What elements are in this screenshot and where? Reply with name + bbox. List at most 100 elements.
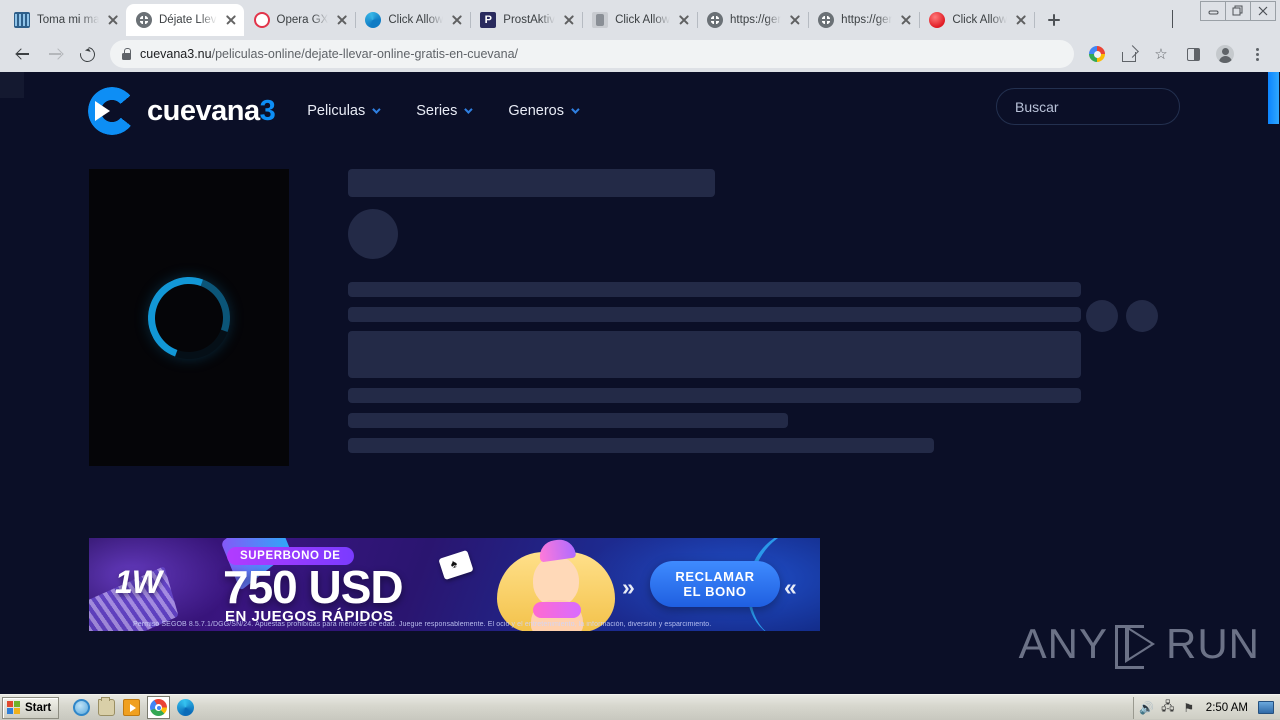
skeleton-avatar — [348, 209, 398, 259]
tab-strip: Toma mi ma Déjate Llev Opera GX Click Al… — [0, 0, 1280, 36]
flag-icon[interactable]: ⚑ — [1182, 701, 1196, 715]
chrome-taskbar-button[interactable] — [147, 696, 171, 719]
close-icon[interactable] — [335, 13, 349, 27]
edge-icon[interactable] — [177, 699, 195, 716]
arrow-left-icon — [16, 47, 30, 61]
skeleton-line — [348, 388, 1081, 403]
anyrun-watermark: ANY RUN — [1019, 620, 1260, 669]
globe-icon — [818, 12, 835, 28]
url-text: cuevana3.nu/peliculas-online/dejate-llev… — [140, 47, 518, 61]
close-icon[interactable] — [450, 13, 464, 27]
globe-icon — [707, 12, 724, 28]
back-button[interactable] — [8, 39, 38, 69]
close-icon[interactable] — [788, 13, 802, 27]
show-desktop-icon[interactable] — [1258, 701, 1274, 714]
browser-tab[interactable]: https://ger — [697, 4, 810, 36]
kebab-menu-icon — [1249, 46, 1265, 62]
forward-button[interactable] — [40, 39, 70, 69]
site-logo[interactable]: cuevana3 — [88, 87, 276, 135]
loading-spinner-icon — [134, 263, 244, 372]
page-scrollbar[interactable] — [1267, 72, 1280, 694]
network-icon[interactable]: 🖧 — [1161, 699, 1175, 715]
browser-toolbar: cuevana3.nu/peliculas-online/dejate-llev… — [0, 36, 1280, 72]
nav-item-peliculas[interactable]: Peliculas — [307, 103, 381, 119]
nav-label: Series — [416, 103, 458, 119]
reload-button[interactable] — [72, 39, 102, 69]
toolbar-actions: ☆ — [1082, 39, 1272, 69]
close-icon[interactable] — [899, 13, 913, 27]
browser-tab[interactable]: P ProstAktiv — [470, 4, 584, 36]
globe-icon — [136, 12, 152, 28]
close-button[interactable] — [1250, 1, 1276, 21]
start-button[interactable]: Start — [2, 696, 60, 719]
search-input[interactable]: Buscar — [996, 88, 1180, 125]
google-icon — [1089, 46, 1105, 62]
watermark-right: RUN — [1166, 620, 1260, 667]
robot-icon — [592, 12, 609, 28]
media-player-icon[interactable] — [123, 699, 141, 716]
skeleton-line — [348, 413, 788, 428]
chevron-double-left-icon: « — [784, 574, 797, 600]
ad-cta-line2: EL BONO — [683, 584, 747, 599]
content-skeleton — [348, 169, 1180, 453]
chevron-down-icon — [1172, 10, 1173, 28]
tab-divider — [1034, 12, 1036, 28]
close-icon[interactable] — [562, 13, 576, 27]
browser-tab[interactable]: Click Allow — [582, 4, 699, 36]
minimize-button[interactable] — [1200, 1, 1226, 21]
lock-icon — [122, 48, 131, 60]
minimize-icon — [1208, 10, 1218, 14]
avatar — [1216, 45, 1234, 63]
tab-title: Click Allow — [615, 14, 671, 26]
play-triangle-icon — [95, 101, 110, 121]
folder-icon[interactable] — [98, 697, 116, 716]
ad-cta-button[interactable]: RECLAMAR EL BONO — [650, 561, 780, 607]
ad-legal-text: Permiso SEGOB 8.5.7.1/DGG/SN/24. Apuesta… — [133, 621, 712, 628]
close-icon[interactable] — [1014, 13, 1028, 27]
site-header: cuevana3 Peliculas Series Generos Buscar — [0, 72, 1280, 150]
browser-tab-active[interactable]: Déjate Llev — [126, 4, 244, 36]
system-tray: 🔊 🖧 ⚑ 2:50 AM — [1132, 696, 1280, 719]
scrollbar-thumb[interactable] — [1268, 72, 1279, 124]
browser-tab[interactable]: Click Allow — [355, 4, 472, 36]
new-tab-button[interactable] — [1040, 6, 1068, 34]
logo-word: cuevana — [147, 94, 260, 127]
search-placeholder: Buscar — [1015, 98, 1059, 115]
windows-taskbar: Start 🔊 🖧 ⚑ 2:50 AM — [0, 694, 1280, 720]
nav-label: Peliculas — [307, 103, 366, 119]
share-button[interactable] — [1114, 39, 1144, 69]
profile-button[interactable] — [1210, 39, 1240, 69]
side-panel-button[interactable] — [1178, 39, 1208, 69]
advertisement-banner[interactable]: 1W SUPERBONO DE 750 USD EN JUEGOS RÁPIDO… — [89, 538, 820, 631]
internet-explorer-icon[interactable] — [73, 699, 91, 716]
ad-brand: 1W — [115, 564, 162, 600]
nav-item-generos[interactable]: Generos — [508, 103, 580, 119]
browser-tab[interactable]: https://ger — [808, 4, 921, 36]
address-bar[interactable]: cuevana3.nu/peliculas-online/dejate-llev… — [110, 40, 1074, 68]
browser-tab[interactable]: Opera GX — [244, 4, 357, 36]
side-panel-icon — [1186, 47, 1200, 61]
bookmark-button[interactable]: ☆ — [1146, 39, 1176, 69]
tab-title: https://ger — [841, 14, 893, 26]
google-lens-button[interactable] — [1082, 39, 1112, 69]
taskbar-clock[interactable]: 2:50 AM — [1203, 702, 1251, 714]
main-nav: Peliculas Series Generos — [307, 103, 580, 119]
nav-item-series[interactable]: Series — [416, 103, 474, 119]
star-icon: ☆ — [1154, 45, 1168, 63]
browser-tab[interactable]: Toma mi ma — [4, 4, 127, 36]
tab-search-button[interactable] — [1172, 10, 1188, 28]
chrome-menu-button[interactable] — [1242, 39, 1272, 69]
volume-icon[interactable]: 🔊 — [1139, 701, 1154, 715]
skeleton-dot — [1086, 300, 1118, 332]
ad-cta-line1: RECLAMAR — [675, 568, 755, 584]
close-icon[interactable] — [106, 13, 120, 27]
tab-title: Click Allow — [388, 14, 444, 26]
browser-tab[interactable]: Click Allow — [919, 4, 1036, 36]
logo-text: cuevana3 — [147, 94, 276, 128]
maximize-button[interactable] — [1225, 1, 1251, 21]
close-icon[interactable] — [224, 13, 238, 27]
play-triangle-icon — [1125, 625, 1155, 663]
tab-title: https://ger — [730, 14, 782, 26]
ad-character-image — [489, 538, 624, 631]
close-icon[interactable] — [677, 13, 691, 27]
